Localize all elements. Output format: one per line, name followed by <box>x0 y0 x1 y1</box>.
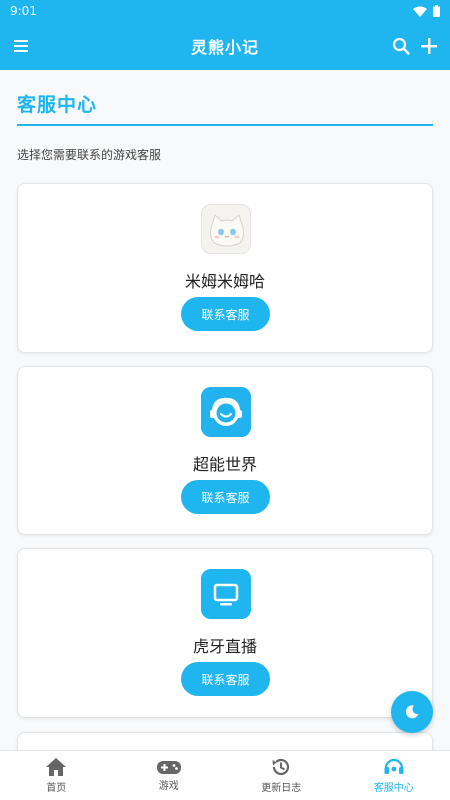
title-divider <box>17 124 433 126</box>
nav-label: 更新日志 <box>261 783 302 794</box>
page-title: 客服中心 <box>17 94 98 116</box>
bottom-nav: 首页 游戏 更新日志 客服中心 <box>0 750 450 800</box>
wifi-icon <box>413 6 427 17</box>
nav-item-changelog[interactable]: 更新日志 <box>225 751 338 800</box>
game-logo-chaoneng <box>201 387 251 437</box>
app-bar: 灵熊小记 <box>0 22 450 70</box>
nav-label: 首页 <box>46 783 67 794</box>
search-button[interactable] <box>390 35 412 57</box>
battery-icon <box>433 5 440 17</box>
game-name: 米姆米姆哈 <box>184 272 265 291</box>
contact-support-button[interactable]: 联系客服 <box>181 297 270 331</box>
game-card: 米姆米姆哈 联系客服 <box>17 183 433 353</box>
status-icons <box>413 5 440 17</box>
nav-label: 客服中心 <box>373 783 414 794</box>
cat-mascot-icon <box>202 205 250 253</box>
nav-label: 游戏 <box>158 781 179 792</box>
page-subtitle: 选择您需要联系的游戏客服 <box>17 148 162 162</box>
app-title: 灵熊小记 <box>190 38 259 57</box>
plus-icon <box>421 38 437 54</box>
history-icon <box>272 758 290 776</box>
menu-icon <box>14 40 28 52</box>
gamepad-icon <box>156 761 181 774</box>
nav-item-home[interactable]: 首页 <box>0 751 113 800</box>
contact-support-button[interactable]: 联系客服 <box>181 480 270 514</box>
home-icon <box>46 758 67 776</box>
game-card: 虎牙直播 联系客服 <box>17 548 433 718</box>
add-button[interactable] <box>418 35 440 57</box>
nav-item-games[interactable]: 游戏 <box>113 751 226 800</box>
contact-support-button[interactable]: 联系客服 <box>181 662 270 696</box>
game-logo-huya <box>201 569 251 619</box>
game-name: 超能世界 <box>192 455 257 474</box>
nav-item-support[interactable]: 客服中心 <box>338 751 450 800</box>
theme-toggle-button[interactable] <box>391 691 433 733</box>
game-name: 虎牙直播 <box>192 637 257 656</box>
status-bar: 9:01 <box>0 0 450 22</box>
headset-smile-icon <box>201 387 251 437</box>
status-time: 9:01 <box>10 4 37 18</box>
moon-icon <box>405 705 419 719</box>
game-card: 超能世界 联系客服 <box>17 366 433 535</box>
search-icon <box>392 37 410 55</box>
headset-icon <box>384 758 404 774</box>
monitor-icon <box>201 569 251 619</box>
game-logo-mimmimha <box>201 204 251 254</box>
menu-button[interactable] <box>10 35 32 57</box>
